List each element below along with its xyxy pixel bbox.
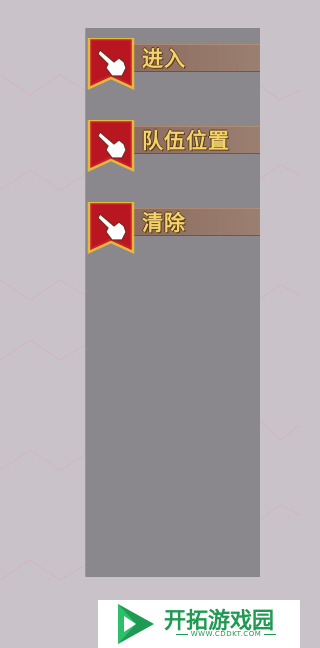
hand-pointer-icon [87, 120, 135, 172]
menu-item-clear[interactable]: 清除 [86, 202, 260, 254]
menu-item-enter[interactable]: 进入 [86, 38, 260, 90]
action-menu-panel: 进入 队伍位置 清除 [85, 28, 260, 577]
hand-pointer-icon [87, 38, 135, 90]
watermark-url: WWW.CDDKT.COM [164, 630, 288, 638]
site-watermark: 开拓游戏园 WWW.CDDKT.COM [98, 600, 300, 648]
menu-item-label: 队伍位置 [142, 129, 230, 153]
menu-item-label: 清除 [142, 211, 186, 235]
play-logo-icon [118, 604, 154, 644]
menu-item-label: 进入 [142, 47, 186, 71]
menu-item-team-position[interactable]: 队伍位置 [86, 120, 260, 172]
hand-pointer-icon [87, 202, 135, 254]
